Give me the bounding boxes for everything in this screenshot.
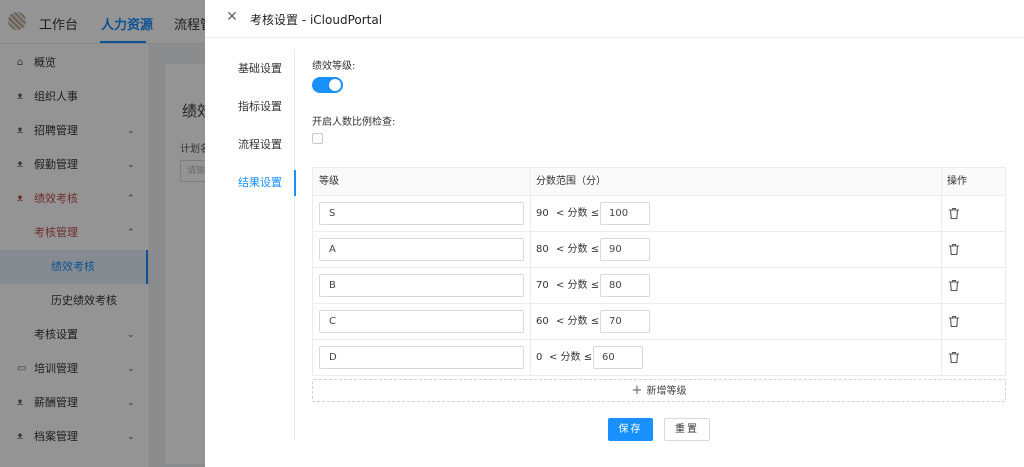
delete-icon[interactable] bbox=[948, 279, 960, 292]
save-button[interactable]: 保存 bbox=[608, 418, 653, 441]
tab-basic[interactable]: 基础设置 bbox=[205, 56, 295, 82]
column-header-grade: 等级 bbox=[319, 176, 339, 187]
grade-name-input[interactable]: A bbox=[319, 238, 524, 261]
grade-name-input[interactable]: C bbox=[319, 310, 524, 333]
column-divider bbox=[530, 304, 531, 339]
settings-tabs: 基础设置 指标设置 流程设置 结果设置 bbox=[205, 50, 296, 440]
score-lower-bound: 70 bbox=[536, 280, 549, 291]
perf-level-switch[interactable] bbox=[312, 77, 343, 93]
table-row: B 70 < 分数 ≤ 80 bbox=[313, 268, 1005, 304]
column-divider bbox=[941, 232, 942, 267]
column-divider bbox=[530, 196, 531, 231]
score-upper-input[interactable]: 60 bbox=[593, 346, 643, 369]
tab-indicator[interactable]: 指标设置 bbox=[205, 94, 295, 120]
score-condition-text: < 分数 ≤ bbox=[556, 244, 600, 255]
score-condition-text: < 分数 ≤ bbox=[556, 316, 600, 327]
score-upper-input[interactable]: 70 bbox=[600, 310, 650, 333]
column-divider bbox=[530, 168, 531, 195]
result-settings-panel: 绩效等级: 开启人数比例检查: 等级 分数范围（分） 操作 S 90 < 分数 … bbox=[312, 38, 1012, 467]
column-header-action: 操作 bbox=[947, 176, 967, 187]
score-lower-bound: 80 bbox=[536, 244, 549, 255]
ratio-check-checkbox[interactable] bbox=[312, 133, 323, 144]
column-divider bbox=[941, 304, 942, 339]
perf-level-label: 绩效等级: bbox=[312, 61, 356, 72]
delete-icon[interactable] bbox=[948, 351, 960, 364]
plus-icon: + bbox=[631, 383, 643, 398]
settings-drawer: ✕ 考核设置 - iCloudPortal 基础设置 指标设置 流程设置 结果设… bbox=[205, 0, 1024, 467]
close-icon[interactable]: ✕ bbox=[225, 10, 239, 24]
ratio-check-label: 开启人数比例检查: bbox=[312, 117, 396, 128]
score-upper-input[interactable]: 90 bbox=[600, 238, 650, 261]
column-header-range: 分数范围（分） bbox=[536, 176, 606, 187]
score-upper-input[interactable]: 80 bbox=[600, 274, 650, 297]
column-divider bbox=[941, 268, 942, 303]
delete-icon[interactable] bbox=[948, 243, 960, 256]
score-upper-input[interactable]: 100 bbox=[600, 202, 650, 225]
column-divider bbox=[941, 340, 942, 375]
table-row: D 0 < 分数 ≤ 60 bbox=[313, 340, 1005, 376]
drawer-title: 考核设置 - iCloudPortal bbox=[250, 13, 383, 27]
switch-knob bbox=[329, 79, 341, 91]
grade-name-input[interactable]: S bbox=[319, 202, 524, 225]
reset-button[interactable]: 重置 bbox=[664, 418, 710, 441]
add-grade-button[interactable]: + 新增等级 bbox=[312, 379, 1006, 402]
delete-icon[interactable] bbox=[948, 207, 960, 220]
column-divider bbox=[941, 196, 942, 231]
tab-result[interactable]: 结果设置 bbox=[205, 170, 296, 196]
column-divider bbox=[530, 232, 531, 267]
score-lower-bound: 60 bbox=[536, 316, 549, 327]
table-header: 等级 分数范围（分） 操作 bbox=[313, 168, 1005, 196]
column-divider bbox=[941, 168, 942, 195]
grade-name-input[interactable]: D bbox=[319, 346, 524, 369]
table-row: C 60 < 分数 ≤ 70 bbox=[313, 304, 1005, 340]
tab-process[interactable]: 流程设置 bbox=[205, 132, 295, 158]
drawer-header: ✕ 考核设置 - iCloudPortal bbox=[205, 0, 1024, 38]
score-condition-text: < 分数 ≤ bbox=[549, 352, 593, 363]
score-lower-bound: 0 bbox=[536, 352, 543, 363]
score-lower-bound: 90 bbox=[536, 208, 549, 219]
grade-name-input[interactable]: B bbox=[319, 274, 524, 297]
score-condition-text: < 分数 ≤ bbox=[556, 208, 600, 219]
table-row: A 80 < 分数 ≤ 90 bbox=[313, 232, 1005, 268]
column-divider bbox=[530, 340, 531, 375]
grade-table: 等级 分数范围（分） 操作 S 90 < 分数 ≤ 100 A 80 < 分数 … bbox=[312, 167, 1006, 376]
table-row: S 90 < 分数 ≤ 100 bbox=[313, 196, 1005, 232]
add-grade-label: 新增等级 bbox=[646, 386, 687, 397]
delete-icon[interactable] bbox=[948, 315, 960, 328]
score-condition-text: < 分数 ≤ bbox=[556, 280, 600, 291]
column-divider bbox=[530, 268, 531, 303]
